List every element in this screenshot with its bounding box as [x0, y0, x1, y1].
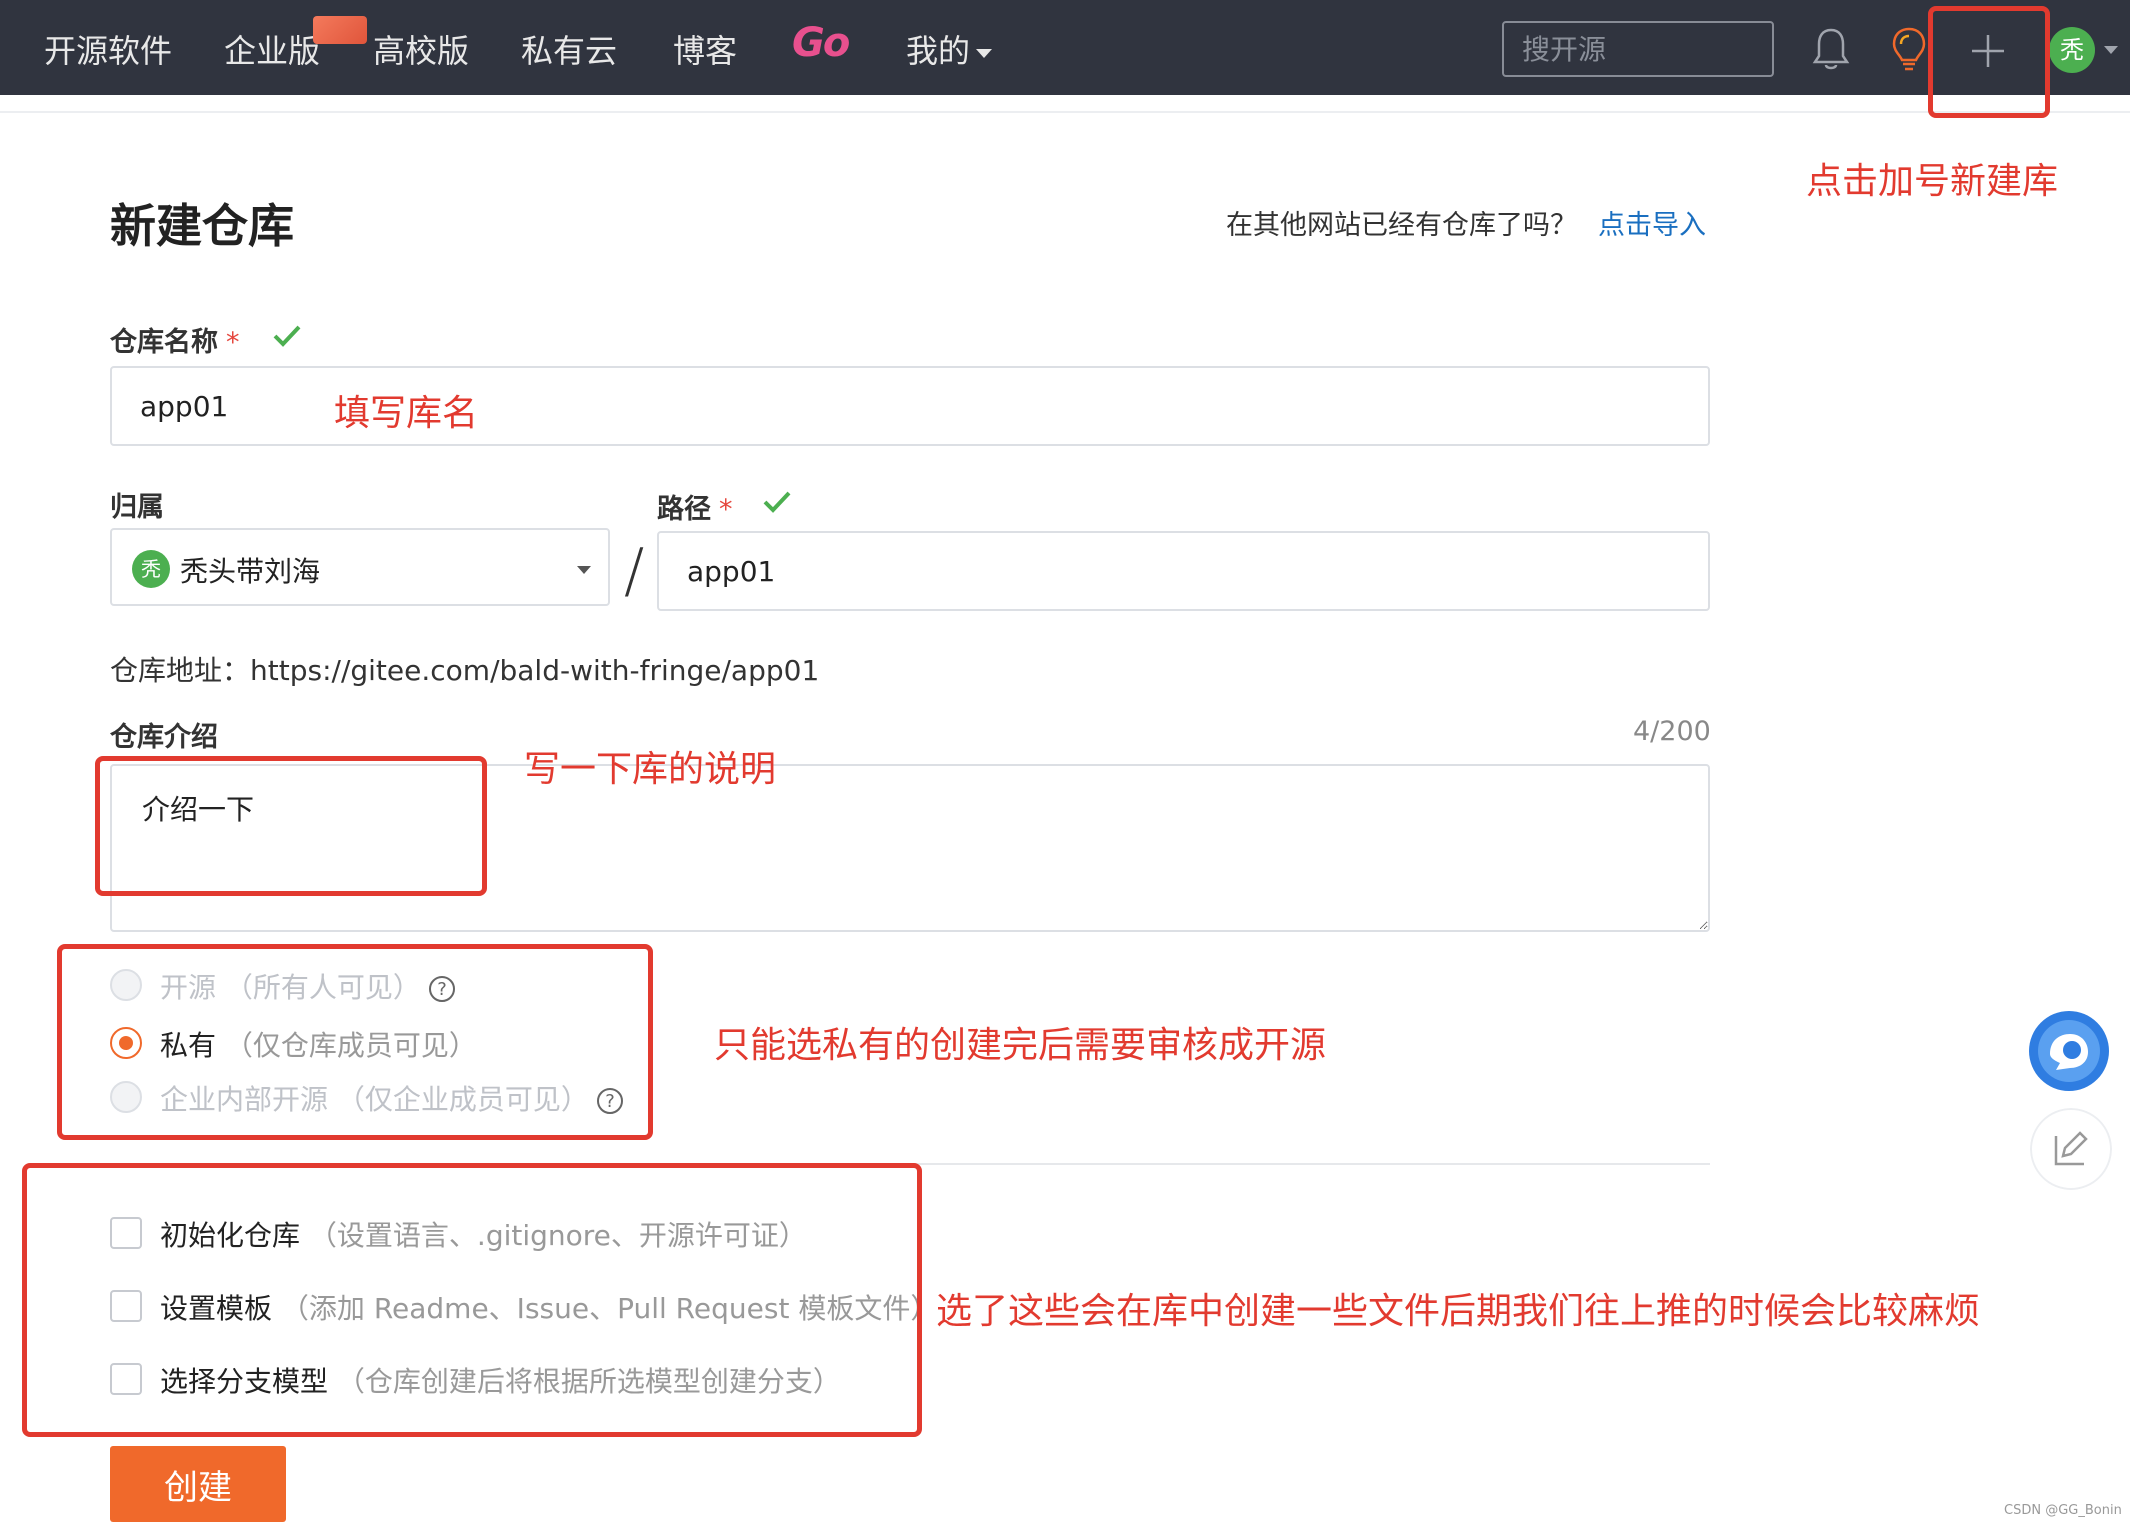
- chevron-down-icon: [976, 48, 993, 58]
- description-counter: 4/200: [1633, 716, 1711, 747]
- feedback-edit-icon[interactable]: [2030, 1108, 2112, 1190]
- owner-avatar: 秃: [132, 550, 170, 588]
- annotation-box-description: [95, 756, 487, 896]
- check-icon: [763, 491, 791, 513]
- nav-private-cloud[interactable]: 私有云: [521, 26, 617, 72]
- annotation-description: 写一下库的说明: [524, 749, 777, 790]
- import-link[interactable]: 点击导入: [1598, 203, 1706, 242]
- chevron-down-icon: [577, 566, 591, 574]
- navbar-divider: [0, 95, 2130, 113]
- owner-label: 归属: [110, 492, 164, 523]
- repo-name-label-text: 仓库名称: [110, 327, 218, 358]
- lightbulb-icon[interactable]: [1890, 26, 1928, 74]
- annotation-visibility: 只能选私有的创建完后需要审核成开源: [714, 1025, 1327, 1066]
- annotation-repo-name: 填写库名: [334, 393, 479, 434]
- bell-icon[interactable]: [1812, 26, 1850, 72]
- annotation-box-visibility: [57, 944, 653, 1140]
- repo-name-label: 仓库名称 *: [110, 320, 240, 359]
- nav-mine-label: 我的: [906, 32, 971, 70]
- chevron-down-icon[interactable]: [2104, 46, 2118, 54]
- nav-mine-menu[interactable]: 我的: [906, 26, 993, 72]
- description-label: 仓库介绍: [110, 722, 218, 753]
- required-mark: *: [226, 327, 240, 358]
- create-button[interactable]: 创建: [110, 1446, 286, 1522]
- required-mark: *: [719, 494, 733, 525]
- nav-go-logo[interactable]: Go: [792, 20, 850, 66]
- nav-open-source[interactable]: 开源软件: [44, 26, 172, 72]
- owner-select[interactable]: 秃 秃头带刘海: [110, 528, 610, 606]
- import-hint: 在其他网站已经有仓库了吗？: [1226, 210, 1577, 241]
- path-label: 路径 *: [657, 487, 733, 526]
- user-avatar[interactable]: 秃: [2049, 27, 2095, 73]
- annotation-options: 选了这些会在库中创建一些文件后期我们往上推的时候会比较麻烦: [936, 1291, 1981, 1332]
- address-value: https://gitee.com/bald-with-fringe/app01: [250, 654, 820, 687]
- owner-name: 秃头带刘海: [180, 555, 321, 588]
- annotation-plus: 点击加号新建库: [1806, 161, 2059, 202]
- path-input[interactable]: [657, 531, 1710, 611]
- annotation-box-plus: [1928, 6, 2050, 118]
- assistant-bubble-icon[interactable]: [2028, 1010, 2110, 1092]
- check-icon: [273, 325, 301, 347]
- nav-education[interactable]: 高校版: [373, 26, 469, 72]
- page-title: 新建仓库: [110, 199, 294, 253]
- search-input[interactable]: [1502, 21, 1774, 77]
- enterprise-promo-badge: [313, 16, 367, 44]
- annotation-box-options: [22, 1163, 922, 1437]
- top-navbar: 开源软件 企业版 高校版 私有云 博客 Go 我的 秃: [0, 0, 2130, 95]
- address-label: 仓库地址：: [110, 654, 251, 687]
- nav-blog[interactable]: 博客: [673, 26, 737, 72]
- repo-address: 仓库地址：https://gitee.com/bald-with-fringe/…: [110, 649, 819, 689]
- path-separator: /: [624, 536, 645, 606]
- nav-enterprise[interactable]: 企业版: [224, 26, 320, 72]
- watermark: CSDN @GG_Bonin: [2004, 1503, 2122, 1518]
- path-label-text: 路径: [657, 494, 711, 525]
